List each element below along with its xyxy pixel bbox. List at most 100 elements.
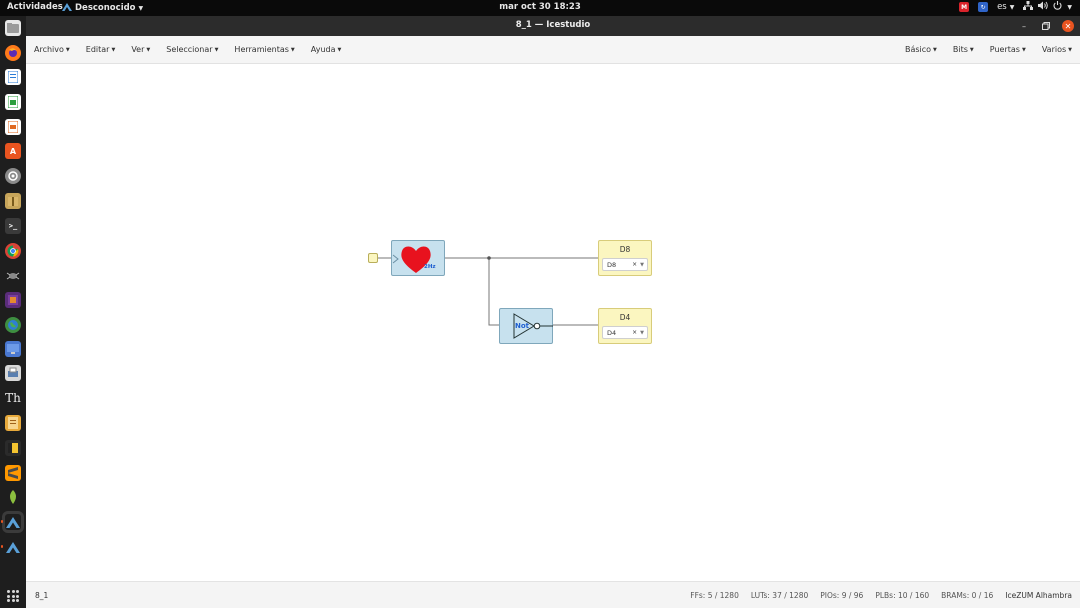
chrome-icon[interactable]	[5, 243, 21, 259]
leaf-icon[interactable]	[5, 489, 21, 505]
clear-icon[interactable]: ×	[632, 329, 637, 336]
menu-archivo[interactable]: Archivo ▼	[34, 45, 70, 54]
chevron-down-icon: ▼	[138, 4, 144, 12]
close-button[interactable]: ✕	[1062, 20, 1074, 32]
pios-usage: PIOs: 9 / 96	[820, 591, 864, 600]
volume-icon	[1038, 1, 1049, 13]
menu-varios[interactable]: Varios ▼	[1042, 45, 1072, 54]
output-d4-pin-value: D4	[607, 328, 617, 337]
icestudio-icon[interactable]	[1, 514, 21, 530]
caret-down-icon: ▼	[933, 46, 937, 53]
clear-icon[interactable]: ×	[632, 261, 637, 268]
output-d4-pin-select[interactable]: D4 × ▼	[602, 326, 648, 339]
menu-ver-label: Ver	[131, 45, 145, 54]
app-menu-icon	[62, 2, 72, 14]
dock: A >_ Th	[0, 16, 26, 608]
not-gate-block[interactable]: Not	[499, 308, 553, 344]
apps-grid-icon[interactable]	[7, 590, 19, 602]
sublime-icon[interactable]	[5, 465, 21, 481]
notes-icon[interactable]	[5, 440, 21, 456]
menu-editar-label: Editar	[85, 45, 110, 54]
not-gate-label: Not	[515, 322, 530, 330]
menu-basico[interactable]: Básico ▼	[905, 45, 937, 54]
bug-icon[interactable]	[5, 267, 21, 283]
language-selector[interactable]: es ▼	[997, 2, 1014, 12]
output-d8-pin-select[interactable]: D8 × ▼	[602, 258, 648, 271]
menu-varios-label: Varios	[1041, 45, 1067, 54]
caret-down-icon: ▼	[111, 46, 116, 53]
menu-bits-label: Bits	[952, 45, 968, 54]
font-icon[interactable]: Th	[5, 390, 21, 406]
menu-basico-label: Básico	[904, 45, 932, 54]
calc-icon[interactable]	[5, 94, 21, 110]
output-d4-block[interactable]: D4 D4 × ▼	[598, 308, 652, 344]
caret-down-icon: ▼	[337, 46, 342, 53]
window-titlebar: 8_1 — Icestudio – ✕	[26, 16, 1080, 36]
chevron-down-icon[interactable]: ▼	[640, 330, 644, 336]
menu-ayuda[interactable]: Ayuda ▼	[311, 45, 342, 54]
chevron-down-icon: ▼	[1067, 3, 1072, 11]
scanner-icon[interactable]	[5, 365, 21, 381]
output-d8-name: D8	[619, 245, 631, 254]
software-center-icon[interactable]: A	[5, 143, 21, 159]
heart-2hz-block[interactable]: 2Hz	[391, 240, 445, 276]
chevron-down-icon[interactable]: ▼	[640, 262, 644, 268]
menubar: Archivo ▼ Editar ▼ Ver ▼ Seleccionar ▼ Herra…	[26, 36, 1080, 64]
screen-icon[interactable]	[5, 341, 21, 357]
menu-herramientas[interactable]: Herramientas ▼	[234, 45, 294, 54]
caret-down-icon: ▼	[969, 46, 974, 53]
activities-button[interactable]: Actividades	[7, 2, 63, 12]
menu-seleccionar-label: Seleccionar	[166, 45, 213, 54]
menu-ayuda-label: Ayuda	[310, 45, 336, 54]
board-name[interactable]: IceZUM Alhambra	[1005, 591, 1072, 600]
icestudio-alt-icon[interactable]	[1, 539, 21, 555]
writer-icon[interactable]	[5, 69, 21, 85]
plbs-usage: PLBs: 10 / 160	[875, 591, 930, 600]
menu-bits[interactable]: Bits ▼	[953, 45, 974, 54]
system-tray: M ↻ es ▼ ▼	[959, 1, 1072, 13]
menu-archivo-label: Archivo	[34, 45, 64, 54]
minimize-button[interactable]: –	[1018, 20, 1030, 32]
chevron-down-icon: ▼	[1009, 3, 1015, 11]
caret-down-icon: ▼	[1021, 46, 1026, 53]
design-canvas[interactable]: 2Hz Not D8 D8 × ▼ D4 D4 × ▼	[26, 65, 1080, 581]
files-icon[interactable]	[5, 20, 21, 36]
caret-down-icon: ▼	[214, 46, 219, 53]
maximize-button[interactable]	[1040, 20, 1052, 32]
mail-indicator-icon[interactable]: M	[959, 2, 970, 12]
gallery-icon[interactable]	[5, 292, 21, 308]
status-bar: 8_1 FFs: 5 / 1280 LUTs: 37 / 1280 PIOs: …	[26, 581, 1080, 608]
output-d8-block[interactable]: D8 D8 × ▼	[598, 240, 652, 276]
menu-puertas[interactable]: Puertas ▼	[990, 45, 1026, 54]
menu-seleccionar[interactable]: Seleccionar ▼	[166, 45, 218, 54]
menu-ver[interactable]: Ver ▼	[131, 45, 150, 54]
sync-indicator-icon[interactable]: ↻	[978, 2, 989, 12]
gnome-top-bar: Actividades Desconocido ▼ mar oct 30 18:…	[0, 0, 1080, 16]
network-icon	[1023, 1, 1034, 13]
ffs-usage: FFs: 5 / 1280	[690, 591, 739, 600]
heart-icon	[392, 246, 431, 273]
brams-usage: BRAMs: 0 / 16	[941, 591, 994, 600]
input-port[interactable]	[368, 253, 378, 263]
document-icon[interactable]	[5, 415, 21, 431]
power-icon	[1053, 1, 1062, 13]
caret-down-icon: ▼	[1068, 46, 1072, 53]
heart-frequency-label: 2Hz	[424, 264, 436, 270]
menu-herramientas-label: Herramientas	[234, 45, 289, 54]
firefox-icon[interactable]	[5, 45, 21, 61]
app-menu[interactable]: Desconocido ▼	[62, 2, 143, 14]
wire-junction	[487, 256, 491, 260]
status-menu[interactable]: ▼	[1023, 1, 1072, 13]
clock[interactable]: mar oct 30 18:23	[499, 2, 581, 12]
output-d8-pin-value: D8	[607, 260, 617, 269]
menu-editar[interactable]: Editar ▼	[86, 45, 116, 54]
menu-puertas-label: Puertas	[989, 45, 1020, 54]
earth-icon[interactable]	[5, 317, 21, 333]
impress-icon[interactable]	[5, 119, 21, 135]
caret-down-icon: ▼	[290, 46, 295, 53]
terminal-icon[interactable]: >_	[5, 218, 21, 234]
output-d4-name: D4	[619, 313, 631, 322]
window-title: 8_1 — Icestudio	[515, 20, 591, 30]
archive-icon[interactable]	[5, 193, 21, 209]
settings-icon[interactable]	[5, 168, 21, 184]
